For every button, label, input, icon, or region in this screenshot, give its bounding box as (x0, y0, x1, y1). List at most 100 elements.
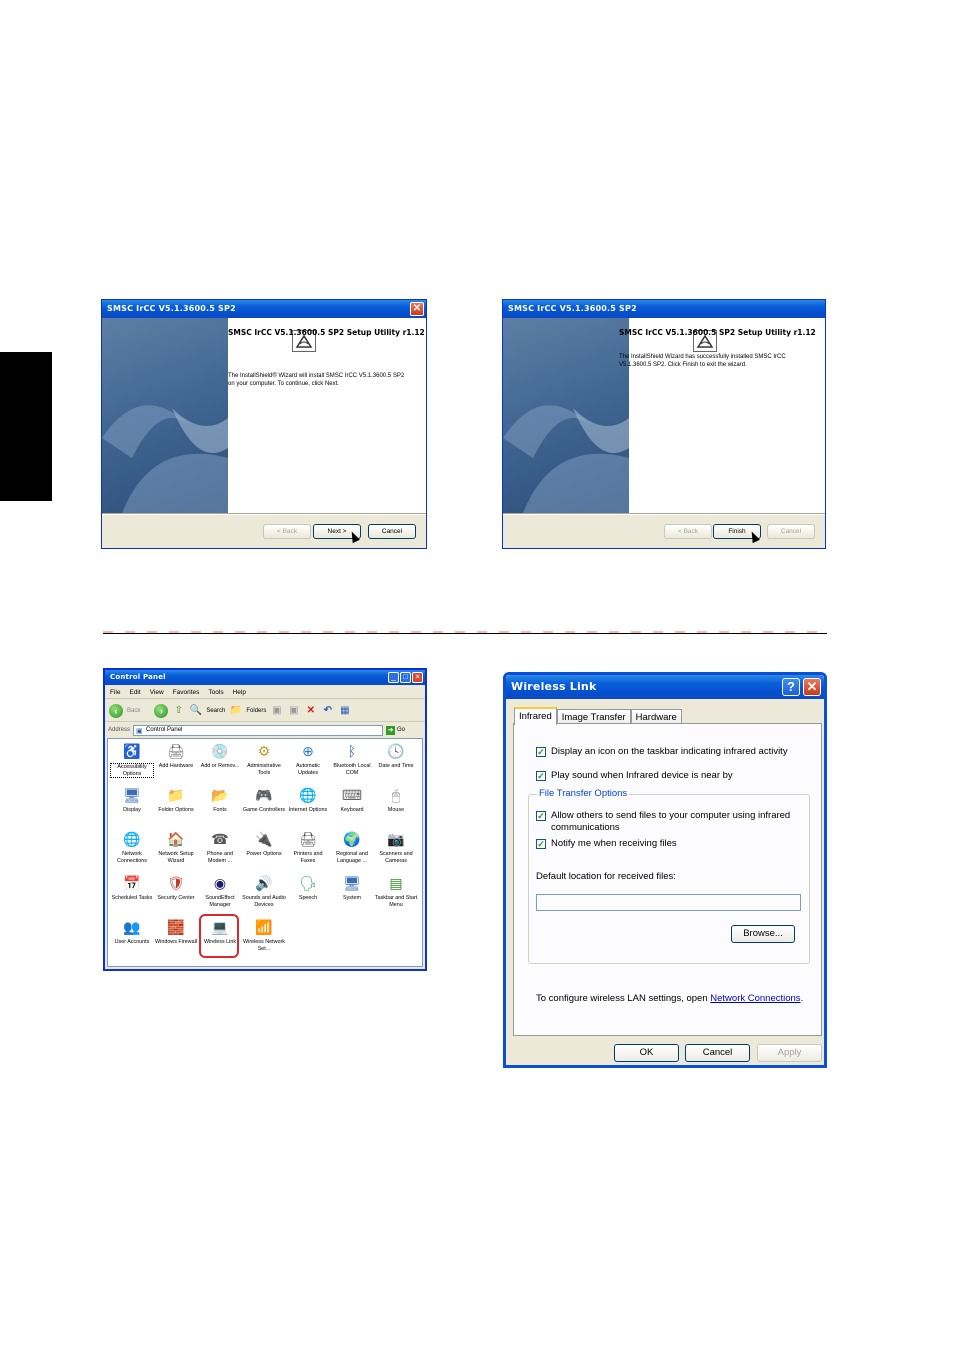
close-icon[interactable]: ✕ (803, 678, 821, 696)
copy-to-icon[interactable]: ▣ (287, 704, 300, 717)
back-button[interactable]: < Back (664, 524, 712, 539)
control-panel-item[interactable]: 🌍 Regional and Language ... (330, 829, 374, 864)
control-panel-item[interactable]: 🏠 Network Setup Wizard (154, 829, 198, 864)
control-panel-item[interactable]: 🖥 System (330, 873, 374, 902)
control-panel-item[interactable]: 🎮 Game Controllers (242, 785, 286, 814)
folder-options-icon: 📁 (167, 787, 185, 803)
keyboard-icon: ⌨ (341, 787, 363, 803)
control-panel-item-label: Bluetooth Local COM (333, 763, 371, 776)
control-panel-item[interactable]: 💻 Wireless Link (198, 917, 242, 946)
date-time-icon: 🕓 (387, 743, 405, 759)
mouse-icon: 🖱 (391, 787, 401, 803)
address-input[interactable]: ▣ Control Panel (133, 724, 384, 736)
control-panel-item[interactable]: 🖱 Mouse (374, 785, 418, 814)
network-connections-link[interactable]: Network Connections (710, 993, 800, 1004)
control-panel-item[interactable]: 🔌 Power Options (242, 829, 286, 858)
show-icon-checkbox[interactable]: ✓ (536, 747, 546, 757)
show-icon-option[interactable]: ✓ Display an icon on the taskbar indicat… (536, 746, 788, 758)
search-icon[interactable]: 🔍 (189, 704, 202, 717)
control-panel-item[interactable]: 📷 Scanners and Cameras (374, 829, 418, 864)
system-icon: 🖥 (343, 875, 361, 891)
close-icon[interactable]: ✕ (412, 672, 423, 683)
back-button-label[interactable]: Back (127, 708, 140, 714)
control-panel-item[interactable]: 🌐 Internet Options (286, 785, 330, 814)
control-panel-item[interactable]: 🛡 Security Center (154, 873, 198, 902)
cancel-button[interactable]: Cancel (685, 1044, 750, 1062)
menu-help[interactable]: Help (233, 686, 246, 698)
control-panel-item[interactable]: 🗣 Speech (286, 873, 330, 902)
allow-send-option[interactable]: ✓ Allow others to send files to your com… (536, 810, 796, 834)
control-panel-item[interactable]: ⌨ Keyboard (330, 785, 374, 814)
menu-view[interactable]: View (150, 686, 164, 698)
search-button-label[interactable]: Search (206, 708, 225, 714)
control-panel-item[interactable]: 📅 Scheduled Tasks (110, 873, 154, 902)
browse-button[interactable]: Browse... (731, 925, 795, 943)
wireless-link-title: Wireless Link (506, 675, 824, 699)
move-to-icon[interactable]: ▣ (270, 704, 283, 717)
allow-send-label: Allow others to send files to your compu… (551, 810, 791, 833)
forward-arrow-icon[interactable]: › (154, 703, 169, 718)
control-panel-item[interactable]: 📶 Wireless Network Set... (242, 917, 286, 952)
menu-tools[interactable]: Tools (208, 686, 223, 698)
minimize-icon[interactable]: _ (388, 672, 399, 683)
wizard-heading: SMSC IrCC V5.1.3600.5 SP2 Setup Utility … (619, 328, 816, 337)
notify-checkbox[interactable]: ✓ (536, 839, 546, 849)
play-sound-option[interactable]: ✓ Play sound when Infrared device is nea… (536, 770, 733, 782)
taskbar-start-icon: ▤ (389, 875, 403, 891)
wizard-content-panel (629, 318, 825, 513)
display-icon: 🖥 (123, 787, 141, 803)
control-panel-item[interactable]: 📂 Fonts (198, 785, 242, 814)
address-value: Control Panel (146, 726, 183, 733)
control-panel-item[interactable]: 🖨 Printers and Faxes (286, 829, 330, 864)
views-icon[interactable]: ▦ (338, 704, 351, 717)
cancel-button[interactable]: Cancel (767, 524, 815, 539)
control-panel-item[interactable]: 🖨 Add Hardware (154, 741, 198, 770)
help-icon[interactable]: ? (782, 678, 800, 696)
control-panel-item[interactable]: ▤ Taskbar and Start Menu (374, 873, 418, 908)
footer-text: To configure wireless LAN settings, open… (536, 993, 803, 1005)
delete-icon[interactable]: ✕ (304, 704, 317, 717)
control-panel-item[interactable]: 🕓 Date and Time (374, 741, 418, 770)
toolbar: ‹ Back › ⇧ 🔍 Search 📁 Folders ▣ ▣ ✕ ↶ ▦ (105, 700, 425, 722)
default-location-label: Default location for received files: (536, 871, 676, 882)
ok-button[interactable]: OK (614, 1044, 679, 1062)
control-panel-item[interactable]: ◉ SoundEffect Manager (198, 873, 242, 908)
folders-icon[interactable]: 📁 (229, 704, 242, 717)
control-panel-item[interactable]: 🔊 Sounds and Audio Devices (242, 873, 286, 908)
security-center-icon: 🛡 (167, 875, 185, 891)
notify-option[interactable]: ✓ Notify me when receiving files (536, 838, 677, 850)
wizard-banner-graphic (102, 405, 228, 513)
close-icon[interactable]: ✕ (410, 302, 424, 316)
control-panel-item[interactable]: 🖥 Display (110, 785, 154, 814)
control-panel-item[interactable]: 👥 User Accounts (110, 917, 154, 946)
control-panel-item[interactable]: ♿ Accessibility Options (110, 741, 154, 778)
play-sound-checkbox[interactable]: ✓ (536, 771, 546, 781)
control-panel-item[interactable]: ᛒ Bluetooth Local COM (330, 741, 374, 776)
up-folder-icon[interactable]: ⇧ (172, 704, 185, 717)
control-panel-item[interactable]: 🧱 Windows Firewall (154, 917, 198, 946)
back-button[interactable]: < Back (263, 524, 311, 539)
administrative-tools-icon: ⚙ (257, 743, 271, 759)
control-panel-item[interactable]: ⊕ Automatic Updates (286, 741, 330, 776)
apply-button[interactable]: Apply (757, 1044, 822, 1062)
allow-send-checkbox[interactable]: ✓ (536, 811, 546, 821)
address-label: Address (108, 727, 131, 733)
menu-file[interactable]: File (110, 686, 120, 698)
undo-icon[interactable]: ↶ (321, 704, 334, 717)
internet-options-icon: 🌐 (299, 787, 317, 803)
wizard-heading: SMSC IrCC V5.1.3600.5 SP2 Setup Utility … (228, 328, 425, 337)
control-panel-item[interactable]: 📁 Folder Options (154, 785, 198, 814)
maximize-icon[interactable]: □ (400, 672, 411, 683)
go-button[interactable]: ➜ Go (386, 725, 408, 736)
cancel-button[interactable]: Cancel (368, 524, 416, 539)
control-panel-item[interactable]: ⚙ Administrative Tools (242, 741, 286, 776)
menu-edit[interactable]: Edit (129, 686, 140, 698)
control-panel-item[interactable]: 🌐 Network Connections (110, 829, 154, 864)
tab-infrared[interactable]: Infrared (514, 707, 557, 725)
menu-favorites[interactable]: Favorites (173, 686, 200, 698)
back-arrow-icon[interactable]: ‹ (109, 703, 123, 718)
default-location-input[interactable] (536, 894, 801, 911)
control-panel-item[interactable]: 💿 Add or Remov... (198, 741, 242, 770)
folders-button-label[interactable]: Folders (246, 708, 266, 714)
control-panel-item[interactable]: ☎ Phone and Modem ... (198, 829, 242, 864)
